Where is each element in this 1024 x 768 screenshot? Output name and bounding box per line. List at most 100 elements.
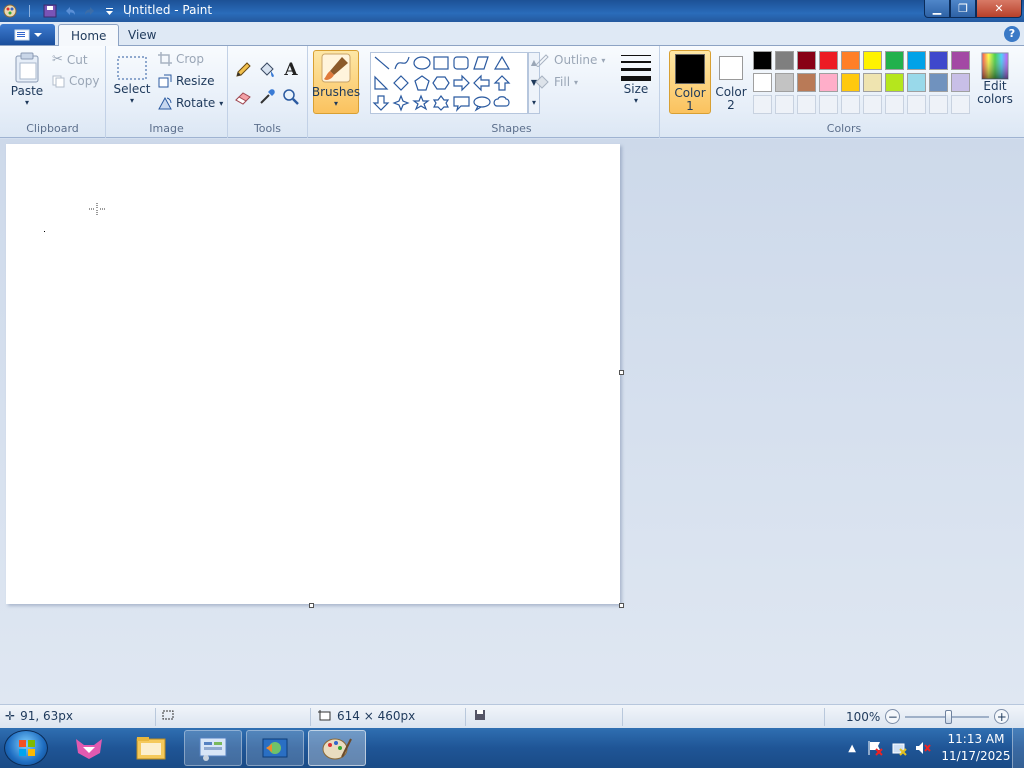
- select-button[interactable]: Select ▾: [113, 54, 151, 105]
- resize-handle-corner[interactable]: [619, 603, 624, 608]
- palette-color-swatch[interactable]: [841, 73, 860, 92]
- color-picker-icon[interactable]: [257, 87, 277, 107]
- paint-menu-button[interactable]: [0, 24, 55, 45]
- custom-color-slot[interactable]: [753, 95, 772, 114]
- taskbar-paint[interactable]: [308, 730, 366, 766]
- palette-color-swatch[interactable]: [885, 51, 904, 70]
- right-arrow-shape-icon: [453, 74, 470, 92]
- status-divider: [310, 708, 311, 726]
- edit-colors-button[interactable]: Edit colors: [976, 52, 1014, 106]
- taskbar-file-explorer[interactable]: [122, 730, 180, 766]
- palette-color-swatch[interactable]: [819, 73, 838, 92]
- palette-color-swatch[interactable]: [951, 73, 970, 92]
- palette-color-swatch[interactable]: [753, 73, 772, 92]
- zoom-out-button[interactable]: −: [885, 709, 901, 724]
- custom-color-slot[interactable]: [775, 95, 794, 114]
- pencil-icon[interactable]: [233, 60, 253, 80]
- custom-color-slot[interactable]: [841, 95, 860, 114]
- start-button[interactable]: [4, 730, 48, 766]
- action-center-flag-icon[interactable]: [866, 739, 884, 757]
- resize-handle-bottom[interactable]: [309, 603, 314, 608]
- palette-color-swatch[interactable]: [797, 73, 816, 92]
- palette-color-swatch[interactable]: [775, 73, 794, 92]
- taskbar-control-panel[interactable]: [184, 730, 242, 766]
- shapes-gallery: [370, 52, 528, 114]
- taskbar-remote-desktop[interactable]: [246, 730, 304, 766]
- palette-color-swatch[interactable]: [907, 73, 926, 92]
- resize-button[interactable]: Resize: [158, 74, 214, 88]
- rotate-button[interactable]: Rotate ▾: [158, 96, 223, 110]
- show-desktop-button[interactable]: [1012, 728, 1024, 768]
- brushes-button[interactable]: Brushes ▾: [311, 50, 361, 114]
- custom-color-slot[interactable]: [929, 95, 948, 114]
- brush-icon: [321, 53, 351, 83]
- crop-button[interactable]: Crop: [158, 52, 204, 66]
- zoom-level: 100%: [846, 709, 881, 724]
- minimize-button[interactable]: ▁: [924, 0, 950, 18]
- taskbar-clock[interactable]: 11:13 AM 11/17/2025: [940, 731, 1012, 765]
- restore-button[interactable]: ❐: [950, 0, 976, 18]
- undo-icon[interactable]: [62, 3, 78, 19]
- palette-color-swatch[interactable]: [929, 51, 948, 70]
- zoom-slider-thumb[interactable]: [945, 709, 953, 724]
- palette-color-swatch[interactable]: [753, 51, 772, 70]
- fill-button[interactable]: Fill ▾: [534, 75, 578, 89]
- drawing-canvas[interactable]: [6, 144, 620, 604]
- network-icon[interactable]: [890, 739, 908, 757]
- quick-access-toolbar: [0, 2, 138, 20]
- palette-color-swatch[interactable]: [907, 51, 926, 70]
- gallery-expand-icon[interactable]: ▾: [529, 93, 539, 113]
- palette-color-swatch[interactable]: [951, 51, 970, 70]
- edit-colors-icon: [981, 52, 1009, 80]
- brushes-label: Brushes: [311, 85, 361, 99]
- color2-button[interactable]: Color 2: [714, 50, 748, 114]
- volume-muted-icon[interactable]: [914, 739, 932, 757]
- copy-label: Copy: [69, 74, 100, 88]
- tab-home[interactable]: Home: [58, 24, 120, 47]
- paint-app-icon[interactable]: [2, 3, 18, 19]
- custom-color-slot[interactable]: [907, 95, 926, 114]
- palette-color-swatch[interactable]: [863, 51, 882, 70]
- cut-button[interactable]: ✂ Cut: [52, 52, 88, 67]
- eraser-icon[interactable]: [233, 87, 253, 107]
- custom-color-slot[interactable]: [819, 95, 838, 114]
- resize-handle-right[interactable]: [619, 370, 624, 375]
- rotate-icon: [158, 96, 172, 110]
- rectangle-shape-icon: [433, 56, 449, 70]
- select-dropdown-icon: ▾: [129, 96, 134, 105]
- size-button[interactable]: Size ▾: [614, 52, 658, 105]
- palette-color-swatch[interactable]: [819, 51, 838, 70]
- cursor-position: 91, 63px: [20, 709, 73, 723]
- text-tool-icon[interactable]: A: [281, 60, 301, 80]
- palette-color-swatch[interactable]: [775, 51, 794, 70]
- color1-button[interactable]: Color 1: [669, 50, 711, 114]
- status-bar: ✛ 91, 63px 614 × 460px 100% − +: [0, 704, 1024, 728]
- tab-view[interactable]: View: [116, 24, 168, 47]
- shapes-gallery-icons: [372, 55, 511, 112]
- custom-color-slot[interactable]: [797, 95, 816, 114]
- zoom-in-button[interactable]: +: [994, 709, 1010, 724]
- custom-color-slot[interactable]: [951, 95, 970, 114]
- palette-color-swatch[interactable]: [797, 51, 816, 70]
- magnifier-icon[interactable]: [281, 87, 301, 107]
- redo-icon[interactable]: [82, 3, 98, 19]
- show-hidden-icons-icon[interactable]: ▲: [848, 743, 856, 754]
- custom-color-slot[interactable]: [885, 95, 904, 114]
- custom-color-slot[interactable]: [863, 95, 882, 114]
- fill-bucket-icon[interactable]: [257, 60, 277, 80]
- customize-qat-icon[interactable]: [102, 3, 118, 19]
- fill-dropdown-icon: ▾: [574, 77, 579, 87]
- paste-button[interactable]: Paste ▾: [8, 52, 46, 107]
- palette-color-swatch[interactable]: [885, 73, 904, 92]
- taskbar-firefox[interactable]: [60, 730, 118, 766]
- zoom-slider[interactable]: [905, 709, 990, 724]
- save-icon[interactable]: [42, 3, 58, 19]
- palette-color-swatch[interactable]: [863, 73, 882, 92]
- resize-label: Resize: [176, 74, 215, 88]
- close-button[interactable]: ✕: [976, 0, 1022, 18]
- copy-button[interactable]: Copy: [52, 74, 99, 88]
- palette-color-swatch[interactable]: [841, 51, 860, 70]
- outline-button[interactable]: Outline ▾: [534, 53, 605, 67]
- palette-color-swatch[interactable]: [929, 73, 948, 92]
- help-icon[interactable]: ?: [1004, 26, 1020, 42]
